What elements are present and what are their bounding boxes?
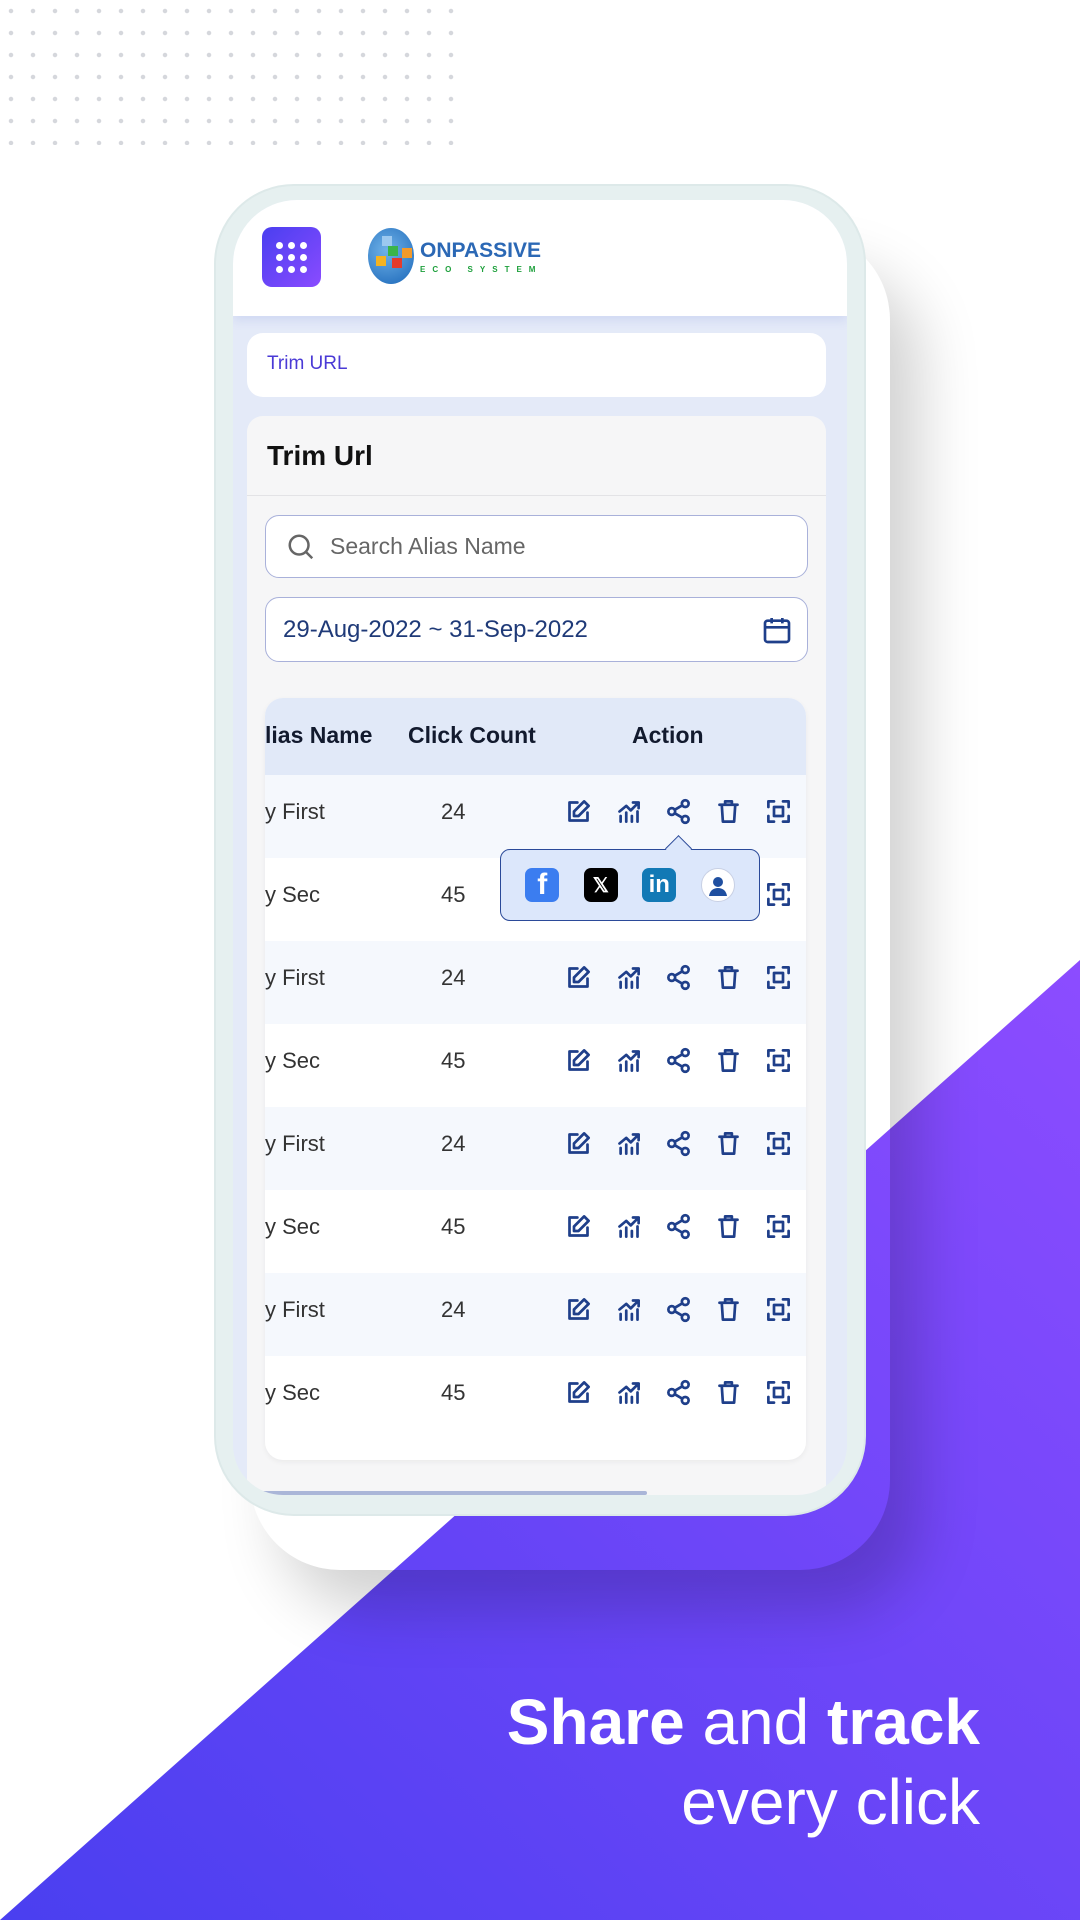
- alias-name: y Sec: [265, 1048, 321, 1073]
- delete-icon[interactable]: [715, 1296, 742, 1323]
- qr-scan-icon[interactable]: [765, 1213, 792, 1240]
- grid-menu-button[interactable]: [262, 227, 321, 287]
- edit-icon[interactable]: [565, 1213, 592, 1240]
- search-input[interactable]: [330, 533, 750, 560]
- edit-icon[interactable]: [565, 1379, 592, 1406]
- page-title: Trim Url: [267, 440, 373, 471]
- delete-icon[interactable]: [715, 964, 742, 991]
- row-actions: [565, 964, 792, 991]
- calendar-icon[interactable]: [761, 614, 793, 646]
- table-row: y Sec 45: [265, 1024, 806, 1107]
- row-actions: [565, 1047, 792, 1074]
- tagline-line1: Share and track: [506, 1686, 980, 1758]
- table-row: y First 24: [265, 941, 806, 1024]
- horizontal-scrollbar[interactable]: [247, 1491, 647, 1495]
- alias-name: y First: [265, 1297, 325, 1322]
- click-count: 45: [441, 1214, 466, 1239]
- app-header: ONPASSIVE ECO SYSTEM: [233, 200, 847, 316]
- analytics-icon[interactable]: [615, 1296, 642, 1323]
- divider: [247, 495, 826, 496]
- row-actions: [565, 1213, 792, 1240]
- logo-subtext: ECO SYSTEM: [420, 264, 543, 274]
- analytics-icon[interactable]: [615, 1130, 642, 1157]
- click-count: 24: [441, 1297, 466, 1322]
- col-action: Action: [632, 722, 704, 748]
- row-actions: [565, 798, 792, 825]
- alias-name: y First: [265, 799, 325, 824]
- qr-scan-icon[interactable]: [765, 881, 792, 908]
- table-row: y First 24: [265, 1273, 806, 1356]
- share-icon[interactable]: [665, 1296, 692, 1323]
- analytics-icon[interactable]: [615, 798, 642, 825]
- globe-icon: [368, 228, 414, 284]
- alias-name: y First: [265, 1131, 325, 1156]
- delete-icon[interactable]: [715, 1213, 742, 1240]
- table-row: y First 24: [265, 1107, 806, 1190]
- delete-icon[interactable]: [715, 798, 742, 825]
- onpassive-logo: ONPASSIVE ECO SYSTEM: [368, 228, 542, 284]
- row-actions: [565, 1379, 792, 1406]
- urls-table: lias Name Click Count Action y First 24 y …: [265, 698, 806, 1460]
- row-actions: [565, 1296, 792, 1323]
- table-header: lias Name Click Count Action: [265, 698, 806, 775]
- date-range-value: 29-Aug-2022 ~ 31-Sep-2022: [283, 615, 588, 643]
- search-field[interactable]: [265, 515, 808, 578]
- click-count: 45: [441, 1048, 466, 1073]
- analytics-icon[interactable]: [615, 1213, 642, 1240]
- analytics-icon[interactable]: [615, 1379, 642, 1406]
- alias-name: y First: [265, 965, 325, 990]
- share-icon[interactable]: [665, 1213, 692, 1240]
- tagline-line2: every click: [681, 1766, 980, 1838]
- share-icon[interactable]: [665, 798, 692, 825]
- share-icon[interactable]: [665, 1379, 692, 1406]
- qr-scan-icon[interactable]: [765, 964, 792, 991]
- x-twitter-icon[interactable]: 𝕏: [583, 868, 618, 902]
- delete-icon[interactable]: [715, 1379, 742, 1406]
- share-icon[interactable]: [665, 1047, 692, 1074]
- qr-scan-icon[interactable]: [765, 1047, 792, 1074]
- delete-icon[interactable]: [715, 1047, 742, 1074]
- search-icon: [288, 534, 314, 559]
- qr-scan-icon[interactable]: [765, 1379, 792, 1406]
- logo-text: ONPASSIVE: [420, 238, 541, 262]
- table-row: y Sec 45: [265, 1356, 806, 1439]
- click-count: 24: [441, 799, 466, 824]
- alias-name: y Sec: [265, 882, 321, 907]
- alias-name: y Sec: [265, 1214, 321, 1239]
- analytics-icon[interactable]: [615, 964, 642, 991]
- share-icon[interactable]: [665, 964, 692, 991]
- qr-scan-icon[interactable]: [765, 1130, 792, 1157]
- edit-icon[interactable]: [565, 798, 592, 825]
- edit-icon[interactable]: [565, 1296, 592, 1323]
- qr-scan-icon[interactable]: [765, 798, 792, 825]
- onpassive-connect-icon[interactable]: [700, 868, 735, 902]
- edit-icon[interactable]: [565, 1047, 592, 1074]
- delete-icon[interactable]: [715, 1130, 742, 1157]
- edit-icon[interactable]: [565, 1130, 592, 1157]
- click-count: 45: [441, 882, 466, 907]
- row-actions: [565, 1130, 792, 1157]
- share-popup: f 𝕏 in: [500, 849, 760, 921]
- phone-screen: ONPASSIVE ECO SYSTEM Trim URL Trim Url 2…: [233, 200, 847, 1495]
- click-count: 24: [441, 965, 466, 990]
- edit-icon[interactable]: [565, 964, 592, 991]
- trim-url-card: Trim Url 29-Aug-2022 ~ 31-Sep-2022 lias …: [247, 416, 826, 1495]
- col-alias-name: lias Name: [265, 722, 373, 748]
- linkedin-icon[interactable]: in: [642, 868, 677, 902]
- analytics-icon[interactable]: [615, 1047, 642, 1074]
- share-icon[interactable]: [665, 1130, 692, 1157]
- breadcrumb[interactable]: Trim URL: [247, 333, 826, 397]
- table-row: y Sec 45: [265, 1190, 806, 1273]
- date-range-picker[interactable]: 29-Aug-2022 ~ 31-Sep-2022: [265, 597, 808, 662]
- click-count: 24: [441, 1131, 466, 1156]
- qr-scan-icon[interactable]: [765, 1296, 792, 1323]
- click-count: 45: [441, 1380, 466, 1405]
- col-click-count: Click Count: [408, 722, 536, 748]
- facebook-icon[interactable]: f: [525, 868, 560, 902]
- table-row: y First 24: [265, 775, 806, 858]
- alias-name: y Sec: [265, 1380, 321, 1405]
